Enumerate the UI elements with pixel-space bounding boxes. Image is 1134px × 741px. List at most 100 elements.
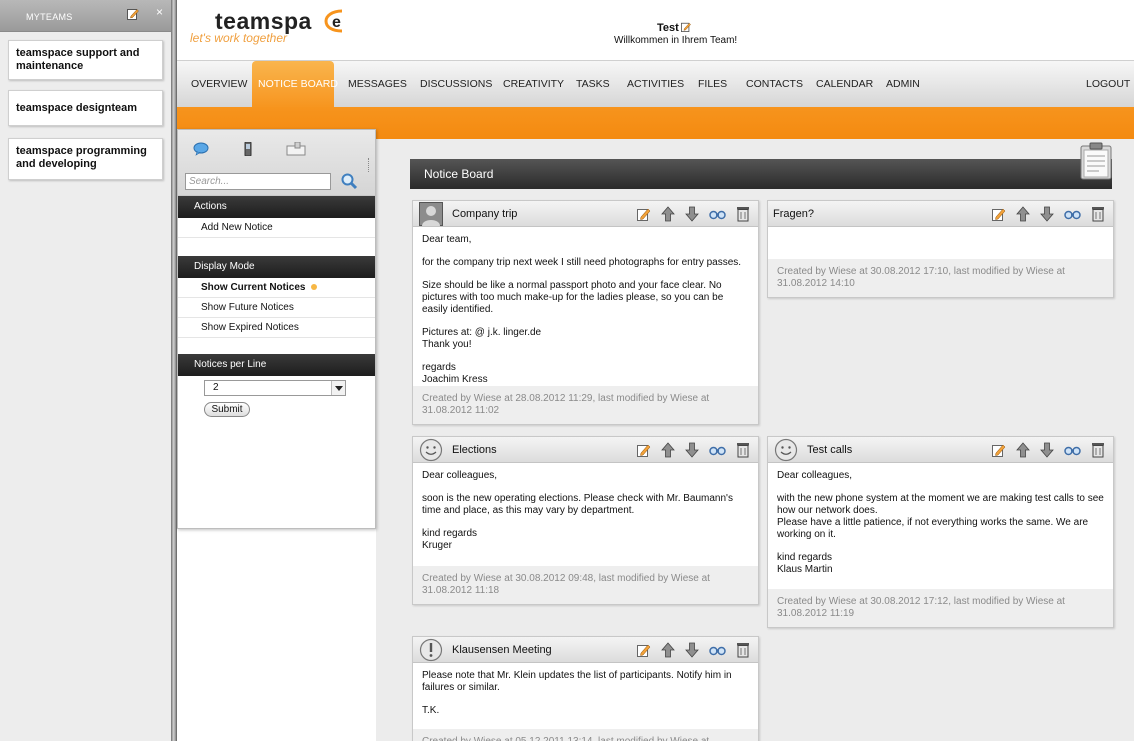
header: teamspa e let's work together Test Willk… xyxy=(177,0,1134,60)
trash-icon[interactable] xyxy=(736,642,750,658)
search-input[interactable]: Search... xyxy=(185,173,331,190)
binoculars-icon[interactable] xyxy=(709,642,726,658)
binoculars-icon[interactable] xyxy=(1064,206,1081,222)
notice-header: Fragen? xyxy=(768,201,1113,227)
smiley-icon xyxy=(774,438,798,462)
notice-card: Test calls Dear colleagues, with the new… xyxy=(767,436,1114,628)
logo-swoosh-icon: e xyxy=(324,9,343,33)
notice-title: Klausensen Meeting xyxy=(452,644,552,656)
show-expired-link[interactable]: Show Expired Notices xyxy=(178,318,375,338)
trash-icon[interactable] xyxy=(736,442,750,458)
show-future-link[interactable]: Show Future Notices xyxy=(178,298,375,318)
nav-creativity[interactable]: CREATIVITY xyxy=(497,61,570,108)
per-line-select[interactable]: 2 xyxy=(204,380,346,396)
notice-body: Please note that Mr. Klein updates the l… xyxy=(413,663,758,729)
clipboard-icon xyxy=(1080,142,1112,180)
notice-body: Dear team, for the company trip next wee… xyxy=(413,227,758,386)
arrow-down-icon[interactable] xyxy=(1040,206,1054,222)
nav-logout[interactable]: LOGOUT xyxy=(1080,61,1134,108)
arrow-down-icon[interactable] xyxy=(1040,442,1054,458)
arrow-down-icon[interactable] xyxy=(685,442,699,458)
notice-paragraph: Pictures at: @ j.k. linger.de Thank you! xyxy=(422,327,542,350)
nav-overview[interactable]: OVERVIEW xyxy=(185,61,253,108)
arrow-up-icon[interactable] xyxy=(1015,442,1030,458)
sidepanel-spacer xyxy=(178,238,375,256)
notice-paragraph: Please note that Mr. Klein updates the l… xyxy=(422,670,732,693)
per-line-value: 2 xyxy=(213,382,219,393)
notice-paragraph: kind regards Klaus Martin xyxy=(777,552,833,575)
submit-button[interactable]: Submit xyxy=(204,402,250,417)
letter-icon[interactable] xyxy=(286,142,306,156)
notice-card: Elections Dear colleagues, soon is the n… xyxy=(412,436,759,605)
arrow-down-icon[interactable] xyxy=(685,206,699,222)
notice-card: Fragen? Created by Wiese at 30.08.2012 1… xyxy=(767,200,1114,298)
nav-files[interactable]: FILES xyxy=(692,61,733,108)
notice-card: Klausensen Meeting Please note that Mr. … xyxy=(412,636,759,741)
notice-title: Test calls xyxy=(807,444,853,456)
mobile-phone-icon[interactable] xyxy=(240,142,256,156)
notice-paragraph: Dear colleagues, xyxy=(777,470,853,481)
arrow-up-icon[interactable] xyxy=(660,642,675,658)
nav-calendar[interactable]: CALENDAR xyxy=(810,61,879,108)
notice-tools xyxy=(630,642,750,658)
team-card-support[interactable]: teamspace support and maintenance xyxy=(8,40,163,80)
edit-icon[interactable] xyxy=(636,206,651,222)
logo-slogan: let's work together xyxy=(190,31,288,45)
notice-footer: Created by Wiese at 30.08.2012 17:10, la… xyxy=(768,259,1113,297)
notice-title: Company trip xyxy=(452,208,518,220)
notice-footer: Created by Wiese at 30.08.2012 09:48, la… xyxy=(413,566,758,604)
notice-paragraph: Dear colleagues, xyxy=(422,470,498,481)
per-line-header: Notices per Line xyxy=(178,354,375,376)
notice-header: Test calls xyxy=(768,437,1113,463)
nav-tasks[interactable]: TASKS xyxy=(570,61,616,108)
show-current-link[interactable]: Show Current Notices xyxy=(178,278,375,298)
binoculars-icon[interactable] xyxy=(709,442,726,458)
edit-icon[interactable] xyxy=(636,442,651,458)
main-nav: OVERVIEW NOTICE BOARD MESSAGES DISCUSSIO… xyxy=(177,60,1134,109)
notice-footer: Created by Wiese at 30.08.2012 17:12, la… xyxy=(768,589,1113,627)
actions-header: Actions xyxy=(178,196,375,218)
notice-tools xyxy=(630,206,750,222)
edit-icon[interactable] xyxy=(991,442,1006,458)
edit-profile-icon[interactable] xyxy=(681,22,691,32)
exclamation-icon xyxy=(419,638,443,662)
team-card-programming[interactable]: teamspace programming and developing xyxy=(8,138,163,180)
team-card-design[interactable]: teamspace designteam xyxy=(8,90,163,126)
edit-icon[interactable] xyxy=(127,8,139,20)
edit-icon[interactable] xyxy=(991,206,1006,222)
user-photo-icon xyxy=(419,202,443,226)
notice-footer: Created by Wiese at 05.12.2011 13:14, la… xyxy=(413,729,758,741)
notice-footer: Created by Wiese at 28.08.2012 11:29, la… xyxy=(413,386,758,424)
myteams-header: MYTEAMS × xyxy=(0,0,171,32)
arrow-down-icon[interactable] xyxy=(685,642,699,658)
add-notice-link[interactable]: Add New Notice xyxy=(178,218,375,238)
nav-notice-board[interactable]: NOTICE BOARD xyxy=(252,61,338,109)
binoculars-icon[interactable] xyxy=(1064,442,1081,458)
trash-icon[interactable] xyxy=(1091,442,1105,458)
nav-admin[interactable]: ADMIN xyxy=(880,61,926,108)
myteams-title: MYTEAMS xyxy=(26,12,73,22)
sidepanel-toolbar: Search... xyxy=(178,130,375,196)
nav-messages[interactable]: MESSAGES xyxy=(342,61,413,108)
chevron-down-icon[interactable] xyxy=(331,381,345,395)
nav-discussions[interactable]: DISCUSSIONS xyxy=(414,61,498,108)
app-root: MYTEAMS × teamspace support and maintena… xyxy=(0,0,1134,741)
edit-icon[interactable] xyxy=(636,642,651,658)
notice-title: Elections xyxy=(452,444,497,456)
binoculars-icon[interactable] xyxy=(709,206,726,222)
nav-contacts[interactable]: CONTACTS xyxy=(740,61,809,108)
sidepanel-grip[interactable] xyxy=(368,158,370,172)
close-icon[interactable]: × xyxy=(156,5,163,19)
trash-icon[interactable] xyxy=(1091,206,1105,222)
trash-icon[interactable] xyxy=(736,206,750,222)
smiley-icon xyxy=(419,438,443,462)
search-icon[interactable] xyxy=(340,172,358,190)
nav-activities[interactable]: ACTIVITIES xyxy=(621,61,690,108)
arrow-up-icon[interactable] xyxy=(1015,206,1030,222)
notice-paragraph: Size should be like a normal passport ph… xyxy=(422,280,724,315)
notice-card: Company trip Dear team, for the company … xyxy=(412,200,759,425)
arrow-up-icon[interactable] xyxy=(660,206,675,222)
arrow-up-icon[interactable] xyxy=(660,442,675,458)
speech-bubble-icon[interactable] xyxy=(193,142,209,156)
notice-paragraph: Dear team, xyxy=(422,234,472,245)
